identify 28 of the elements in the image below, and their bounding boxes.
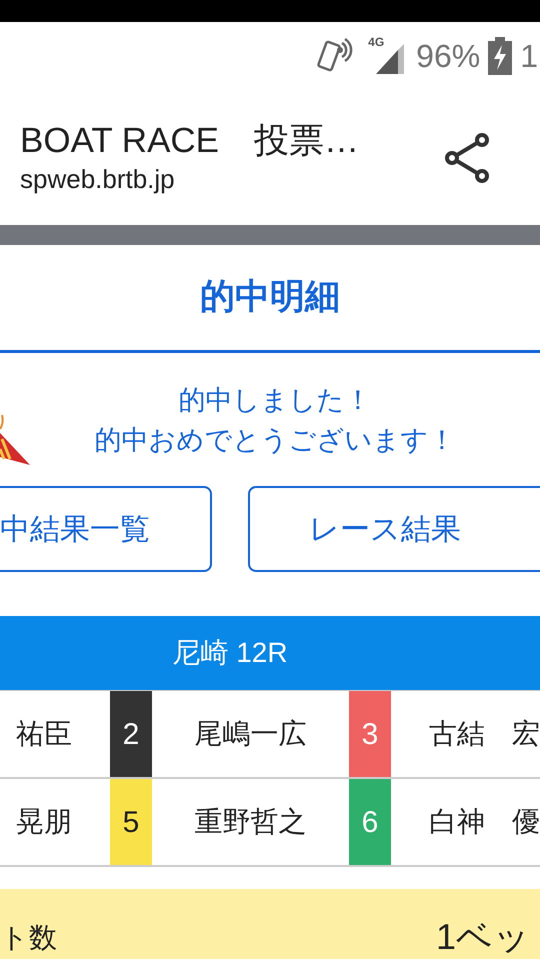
congratulations-message: 的中おめでとうございます！ xyxy=(94,424,456,456)
race-title: 尼崎 12R xyxy=(172,636,288,670)
battery-charging-icon xyxy=(488,37,512,75)
racer-name: 重野哲之 xyxy=(194,805,306,839)
boat-number: 6 xyxy=(349,779,391,865)
racer-name: 古結 xyxy=(429,717,485,751)
clock: 1 xyxy=(520,37,538,76)
share-button[interactable] xyxy=(444,132,490,184)
racer-name: 祐臣 xyxy=(16,717,72,751)
success-message: 的中しました！ xyxy=(178,384,372,416)
racer-name: 宏 xyxy=(512,717,540,751)
race-results-button[interactable]: レース結果 xyxy=(248,486,540,572)
page-title: BOAT RACE 投票… xyxy=(20,120,360,162)
racer-name: 優 xyxy=(512,805,540,839)
racer-name: 白神 xyxy=(429,805,485,839)
panel-title: 的中明細 xyxy=(200,276,340,318)
boat-number: 2 xyxy=(110,691,152,777)
network-type: 4G xyxy=(368,36,384,48)
racer-name: 尾嶋一広 xyxy=(194,717,306,751)
racer-name: 晃朋 xyxy=(16,805,72,839)
results-list-button[interactable]: 中結果一覧 xyxy=(0,486,212,572)
bet-count-label: ト数 xyxy=(0,921,57,955)
bet-count-value: 1ベッ xyxy=(436,915,530,959)
battery-percentage: 96% xyxy=(416,37,480,76)
page-url: spweb.brtb.jp xyxy=(20,163,176,196)
boat-number: 3 xyxy=(349,691,391,777)
boat-number: 5 xyxy=(110,779,152,865)
share-icon xyxy=(444,132,490,184)
